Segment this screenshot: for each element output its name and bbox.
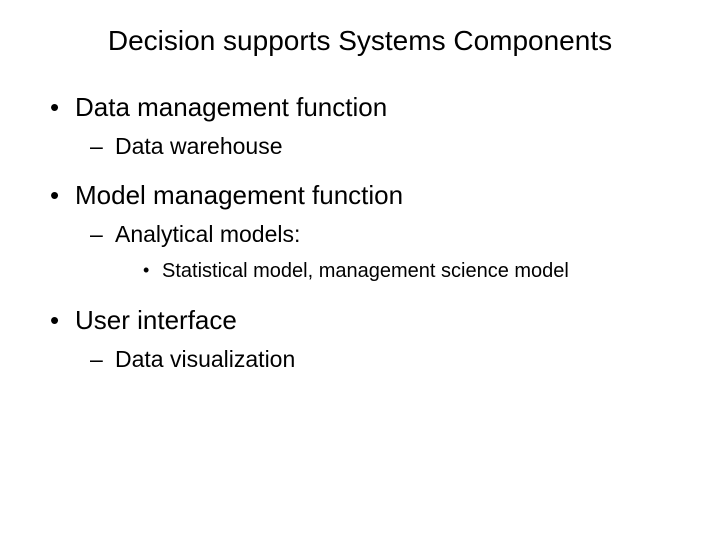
list-item: Data visualization [90, 346, 700, 373]
list-item: Analytical models: [90, 221, 700, 248]
list-item: User interface [45, 305, 700, 336]
list-item: Statistical model, management science mo… [140, 260, 700, 283]
list-item: Model management function [45, 180, 700, 211]
list-item: Data management function [45, 92, 700, 123]
list-item: Data warehouse [90, 133, 700, 160]
slide-title: Decision supports Systems Components [20, 25, 700, 57]
